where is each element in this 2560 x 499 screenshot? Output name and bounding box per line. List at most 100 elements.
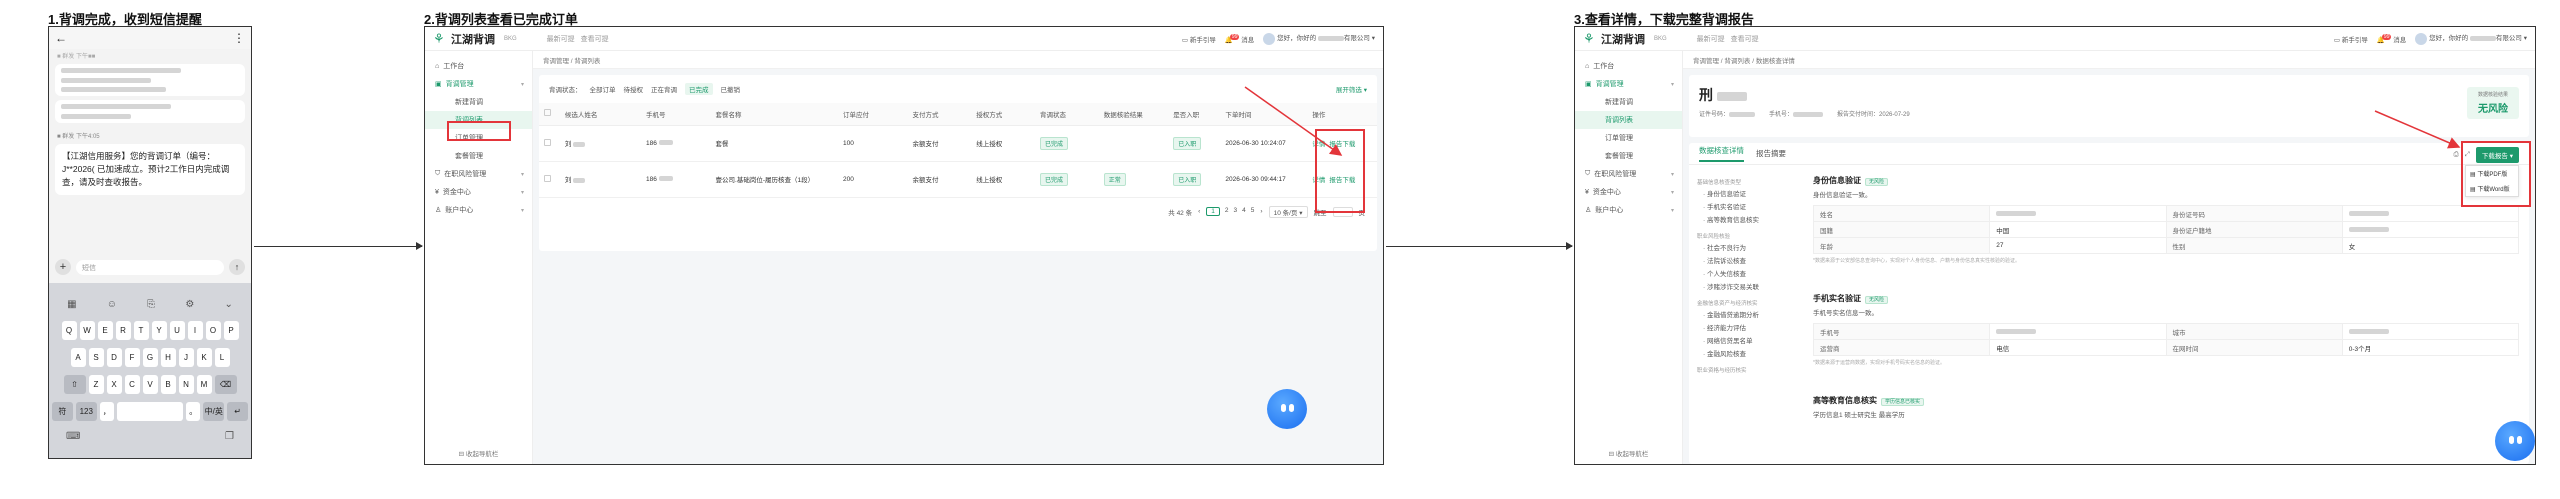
send-arrow-icon[interactable]: ↑: [229, 259, 245, 275]
key-u[interactable]: U: [169, 321, 185, 340]
key-x[interactable]: X: [106, 375, 122, 394]
keyboard-switch-icon[interactable]: ⌨: [66, 431, 80, 442]
number-key[interactable]: 123: [75, 402, 97, 421]
user-menu[interactable]: 您好，你好的 有限公司 ▾: [2415, 32, 2527, 45]
sidebar-item-4[interactable]: 订单管理: [425, 129, 532, 147]
download-report-link[interactable]: 报告下载: [1329, 177, 1355, 184]
messages-link[interactable]: 🔔99 消息: [2377, 33, 2406, 44]
user-menu[interactable]: 您好，你好的 有限公司 ▾: [1263, 32, 1375, 45]
key-f[interactable]: F: [124, 348, 140, 367]
key-z[interactable]: Z: [88, 375, 104, 394]
toc-item[interactable]: · 个人失信核查: [1697, 268, 1807, 281]
key-s[interactable]: S: [88, 348, 104, 367]
jump-input[interactable]: [1332, 206, 1353, 217]
sidebar-item-6[interactable]: ⛉ 在职风险管理 ▾: [425, 165, 532, 183]
tab-report-summary[interactable]: 报告摘要: [1756, 148, 1786, 159]
key-d[interactable]: D: [106, 348, 122, 367]
header-link-1[interactable]: 最新可提: [547, 34, 575, 44]
toc-item[interactable]: · 网络信贷黑名单: [1697, 335, 1807, 348]
messages-link[interactable]: 🔔99 消息: [1225, 33, 1254, 44]
sms-input[interactable]: 短信: [76, 259, 224, 275]
page-1[interactable]: 1: [1206, 207, 1220, 216]
toc-item[interactable]: · 法院诉讼核查: [1697, 255, 1807, 268]
more-icon[interactable]: ⋮: [233, 31, 245, 45]
sidebar-item-6[interactable]: ⛉ 在职风险管理 ▾: [1575, 165, 1682, 183]
key-w[interactable]: W: [79, 321, 95, 340]
sidebar-item-7[interactable]: ¥ 资金中心 ▾: [425, 183, 532, 201]
select-all-checkbox[interactable]: [544, 109, 551, 117]
settings-icon[interactable]: ⚙: [185, 299, 194, 310]
key-b[interactable]: B: [160, 375, 176, 394]
key-t[interactable]: T: [133, 321, 149, 340]
collapse-sidebar-button[interactable]: ⊟ 收起导航栏: [425, 448, 532, 458]
key-c[interactable]: C: [124, 375, 140, 394]
key-h[interactable]: H: [160, 348, 176, 367]
tab-data-check[interactable]: 数据核查详情: [1699, 145, 1744, 162]
filter-completed[interactable]: 已完成: [685, 83, 713, 95]
key-j[interactable]: J: [178, 348, 194, 367]
sidebar-item-3[interactable]: 背调列表: [1575, 111, 1682, 129]
chat-assistant-icon[interactable]: [1267, 389, 1307, 429]
chat-assistant-icon[interactable]: [2495, 421, 2535, 461]
toc-item[interactable]: · 金融风险核查: [1697, 348, 1807, 361]
page-2[interactable]: 2: [1225, 207, 1229, 216]
key-n[interactable]: N: [178, 375, 194, 394]
grid-icon[interactable]: ▦: [67, 299, 76, 310]
key-e[interactable]: E: [97, 321, 113, 340]
key-y[interactable]: Y: [151, 321, 167, 340]
key-a[interactable]: A: [70, 348, 86, 367]
toc-item[interactable]: · 金融借贷逾期分析: [1697, 309, 1807, 322]
key-g[interactable]: G: [142, 348, 158, 367]
next-page-icon[interactable]: ›: [1260, 208, 1262, 215]
toc-item[interactable]: · 社会不良行为: [1697, 242, 1807, 255]
comma-key[interactable]: ，: [99, 402, 114, 421]
key-i[interactable]: I: [187, 321, 203, 340]
page-3[interactable]: 3: [1234, 207, 1238, 216]
collapse-icon[interactable]: ⌄: [224, 299, 232, 310]
header-link-2[interactable]: 查看可提: [581, 34, 609, 44]
filter-revoked[interactable]: 已撤销: [721, 84, 741, 94]
key-o[interactable]: O: [205, 321, 221, 340]
enter-key[interactable]: ↵: [227, 402, 248, 421]
plus-icon[interactable]: +: [55, 259, 71, 275]
sidebar-item-3[interactable]: 背调列表: [425, 111, 532, 129]
sidebar-item-0[interactable]: ⌂ 工作台: [425, 57, 532, 75]
key-k[interactable]: K: [196, 348, 212, 367]
guide-link[interactable]: ▭ 新手引导: [2334, 34, 2368, 44]
filter-in-progress[interactable]: 正在背调: [651, 84, 677, 94]
download-report-button[interactable]: 下载报告 ▾: [2475, 147, 2519, 163]
row-checkbox[interactable]: [544, 138, 551, 146]
filter-pending-auth[interactable]: 待授权: [624, 84, 644, 94]
key-r[interactable]: R: [115, 321, 131, 340]
sidebar-item-5[interactable]: 套餐管理: [425, 147, 532, 165]
page-4[interactable]: 4: [1242, 207, 1246, 216]
sidebar-item-1[interactable]: ▣ 背调管理 ▾: [425, 75, 532, 93]
shift-key[interactable]: ⇧: [63, 375, 86, 394]
toc-item[interactable]: · 经济能力评估: [1697, 322, 1807, 335]
app-logo[interactable]: ⚘ 江湖背调 BKG: [1583, 31, 1667, 47]
prev-page-icon[interactable]: ‹: [1198, 208, 1200, 215]
toc-item[interactable]: · 高等教育信息核实: [1697, 214, 1807, 227]
key-p[interactable]: P: [223, 321, 239, 340]
sidebar-item-8[interactable]: ♙ 账户中心 ▾: [1575, 201, 1682, 219]
sidebar-item-2[interactable]: 新建背调: [1575, 93, 1682, 111]
toc-item[interactable]: · 涉赌涉诈交易关联: [1697, 281, 1807, 294]
app-logo[interactable]: ⚘ 江湖背调 BKG: [433, 31, 517, 47]
language-key[interactable]: 中/英: [203, 402, 225, 421]
sidebar-item-5[interactable]: 套餐管理: [1575, 147, 1682, 165]
sidebar-item-1[interactable]: ▣ 背调管理 ▾: [1575, 75, 1682, 93]
collapse-sidebar-button[interactable]: ⊟ 收起导航栏: [1575, 448, 1682, 458]
sidebar-item-7[interactable]: ¥ 资金中心 ▾: [1575, 183, 1682, 201]
detail-link[interactable]: 详情: [1312, 177, 1325, 184]
sidebar-item-0[interactable]: ⌂ 工作台: [1575, 57, 1682, 75]
guide-link[interactable]: ▭ 新手引导: [1182, 34, 1216, 44]
delete-key[interactable]: ⌫: [214, 375, 237, 394]
key-q[interactable]: Q: [61, 321, 77, 340]
clipboard-icon[interactable]: ⎘: [147, 299, 155, 310]
header-link-1[interactable]: 最新可提: [1697, 34, 1725, 44]
key-v[interactable]: V: [142, 375, 158, 394]
emoji-icon[interactable]: ☺: [107, 299, 117, 310]
page-5[interactable]: 5: [1251, 207, 1255, 216]
space-key[interactable]: [116, 402, 184, 421]
back-icon[interactable]: ←: [55, 31, 67, 45]
